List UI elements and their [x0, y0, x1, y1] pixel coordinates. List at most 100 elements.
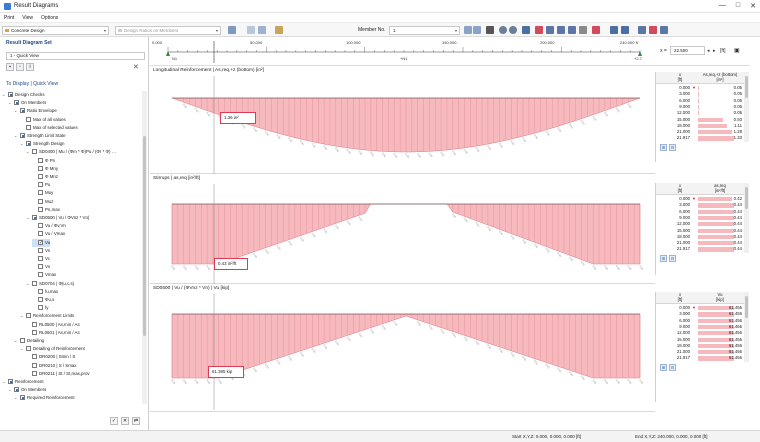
checkbox[interactable]	[38, 247, 43, 253]
close-button[interactable]: ✕	[750, 2, 756, 10]
new-set-icon[interactable]: ▪	[6, 63, 14, 71]
table-view-icon[interactable]: ⊞	[660, 143, 667, 151]
table-scrollbar[interactable]	[744, 292, 749, 362]
checkbox[interactable]	[32, 370, 37, 376]
tree-item[interactable]: Muz	[32, 198, 53, 206]
checkbox[interactable]	[26, 141, 31, 147]
checkbox[interactable]	[38, 165, 43, 171]
result-icon[interactable]	[258, 26, 266, 34]
checkbox[interactable]	[38, 157, 43, 163]
check-all-icon[interactable]: ✓	[110, 417, 118, 425]
tree-item[interactable]: Pu	[32, 181, 50, 189]
table-row[interactable]: 21.917 1.33	[656, 135, 744, 141]
reset-icon[interactable]	[649, 26, 657, 34]
tree-item[interactable]: ⌄ On Members	[8, 386, 46, 394]
checkbox[interactable]	[26, 313, 31, 319]
checkbox[interactable]	[32, 354, 37, 360]
filter-icon[interactable]: ⊟	[669, 254, 676, 262]
table-scrollbar[interactable]	[744, 183, 749, 253]
tree-scrollbar[interactable]	[142, 91, 147, 404]
design-ratio-select[interactable]: Design Ratios on Members ▾	[115, 25, 221, 35]
minimize-button[interactable]: —	[719, 2, 726, 10]
checkbox[interactable]	[32, 215, 37, 220]
tree-item[interactable]: Vu / Φv,Vn	[32, 222, 66, 230]
checkbox[interactable]	[8, 92, 13, 97]
checkbox[interactable]	[14, 100, 19, 106]
highlight-icon[interactable]	[592, 26, 600, 34]
menu-view[interactable]: View	[22, 13, 33, 22]
toggle-icon[interactable]: ⇄	[132, 417, 140, 425]
table-scrollbar[interactable]	[744, 72, 749, 142]
checkbox[interactable]	[38, 256, 43, 261]
tree-item[interactable]: Vc	[32, 255, 50, 263]
filter-icon[interactable]: ⊟	[669, 143, 676, 151]
extremes-icon[interactable]	[557, 26, 565, 34]
tree-item[interactable]: Vmax	[32, 271, 56, 279]
checkbox[interactable]	[38, 182, 43, 188]
checkbox[interactable]	[8, 379, 13, 384]
checkbox[interactable]	[38, 198, 43, 204]
tree-item[interactable]: Φu,s	[32, 296, 54, 304]
table-row[interactable]: 21.917 61.456	[656, 355, 744, 361]
tree-item[interactable]: ⌄ SD0704 | Φ(u,c,s)	[26, 280, 74, 288]
tree-item[interactable]: fy	[32, 304, 48, 312]
lock-icon[interactable]: ▣	[734, 47, 740, 54]
results-table-icon[interactable]	[535, 26, 543, 34]
delete-icon[interactable]: ✕	[133, 63, 139, 71]
zoom-out-icon[interactable]	[509, 26, 517, 34]
tree-item[interactable]: RL0601 | As,min / As	[26, 329, 80, 337]
tree-item[interactable]: Pn,max	[32, 206, 60, 214]
checkbox[interactable]	[26, 346, 31, 352]
next-icon[interactable]	[473, 26, 481, 34]
export-icon[interactable]	[638, 26, 646, 34]
menu-print[interactable]: Print	[4, 13, 14, 22]
prev-x-button[interactable]: ◂	[707, 48, 710, 54]
tree-item[interactable]: DR0200 | Smin / S	[26, 353, 75, 361]
checkbox[interactable]	[32, 362, 37, 368]
settings-icon[interactable]	[579, 26, 587, 34]
checkbox[interactable]	[20, 108, 25, 114]
info-icon[interactable]: i	[26, 63, 34, 71]
filter-icon[interactable]: ⊟	[669, 363, 676, 371]
checkbox[interactable]	[38, 206, 43, 212]
tree-item[interactable]: Max of selected values	[20, 124, 78, 132]
checkbox[interactable]	[20, 133, 25, 138]
previous-icon[interactable]	[464, 26, 472, 34]
tree-item[interactable]: ⌄ Ratio Envelope	[14, 107, 57, 115]
checkbox[interactable]	[14, 387, 19, 393]
tree-item[interactable]: Vs	[32, 263, 50, 271]
checkbox[interactable]	[26, 124, 31, 130]
load-icon[interactable]	[275, 26, 283, 34]
maximize-button[interactable]: □	[736, 2, 740, 10]
addon-select[interactable]: Concrete Design ▾	[2, 25, 109, 35]
options-icon[interactable]	[660, 26, 668, 34]
filter-results-icon[interactable]	[546, 26, 554, 34]
table-view-icon[interactable]: ⊞	[660, 363, 667, 371]
checkbox[interactable]	[38, 231, 43, 237]
checkbox[interactable]	[38, 174, 43, 179]
tree-item[interactable]: ⌄ SD0500 | Vu / ΦVnz * Vn)	[26, 214, 89, 222]
tree-item[interactable]: Vn	[32, 247, 50, 255]
checkbox[interactable]	[26, 116, 31, 122]
tree-item[interactable]: Max of all values	[20, 116, 66, 124]
tree-item[interactable]: Φ Mny	[32, 165, 58, 173]
checkbox[interactable]	[38, 305, 43, 311]
tree-item[interactable]: DR0211 | St / St,max,prov	[26, 370, 90, 378]
tree-item[interactable]: DR0210 | S / Smax	[26, 362, 77, 370]
checkbox[interactable]	[32, 280, 37, 286]
tree-item[interactable]: ⌄ Reinforcement Limits	[20, 312, 74, 320]
tree-item[interactable]: fu,max	[32, 288, 58, 296]
checkbox[interactable]	[38, 297, 43, 302]
tree-item[interactable]: ⌄ On Members	[8, 99, 46, 107]
tree-item[interactable]: Muy	[32, 189, 53, 197]
checkbox[interactable]	[20, 338, 25, 343]
tree-item[interactable]: Vu / Vmax	[32, 230, 65, 238]
tree-item[interactable]: Vu	[32, 238, 51, 247]
member-icon[interactable]	[247, 26, 255, 34]
smooth-icon[interactable]	[568, 26, 576, 34]
checkbox[interactable]	[20, 395, 25, 401]
print-icon[interactable]	[486, 26, 494, 34]
tree-item[interactable]: ⌄ Detailing	[14, 337, 44, 345]
quick-view-select[interactable]: 1 - Quick View	[6, 52, 145, 60]
checkbox[interactable]	[38, 288, 43, 294]
